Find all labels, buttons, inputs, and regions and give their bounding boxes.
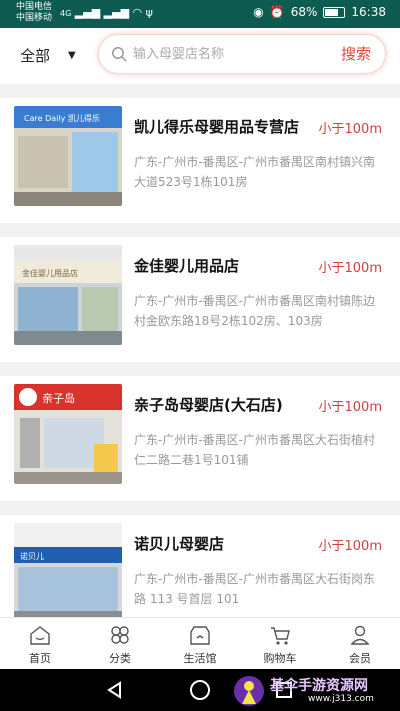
tab-label: 会员	[349, 652, 371, 665]
search-icon	[112, 47, 127, 62]
store-sign-text: 诺贝儿	[20, 551, 44, 561]
store-card[interactable]: 金佳婴儿用品店 金佳婴儿用品店 小于100m 广东-广州市-番禺区-广州市番禺区…	[0, 237, 400, 362]
watermark-figure-icon	[234, 676, 264, 706]
store-photo: 诺贝儿	[14, 523, 122, 623]
store-photo: Care Daily 凯儿得乐	[14, 106, 122, 206]
tab-home[interactable]: 首页	[0, 618, 80, 669]
store-distance: 小于100m	[318, 261, 382, 276]
carrier-info: 中国电信 中国移动	[16, 2, 52, 24]
store-sign-text: 亲子岛	[42, 391, 75, 405]
home-icon	[30, 626, 50, 645]
battery-percent: 68%	[290, 5, 318, 19]
signal-icon: 4G ▂▄▆ ▂▄▆ ◠ ψ	[60, 6, 153, 19]
store-address: 广东-广州市-番禺区-广州市番禺区南村镇兴南大道523号1栋101房	[134, 155, 375, 189]
tab-lifestyle[interactable]: 生活馆	[160, 618, 240, 669]
tab-category[interactable]: 分类	[80, 618, 160, 669]
store-address: 广东-广州市-番禺区-广州市番禺区大石街岗东路 113 号首层 101	[134, 572, 375, 606]
member-icon	[350, 625, 370, 645]
status-right: ◉ ⏰ 68% 16:38	[253, 5, 386, 19]
bottom-tab-bar: 首页 分类 生活馆 购物车 会员	[0, 617, 400, 669]
store-photo: 金佳婴儿用品店	[14, 245, 122, 345]
alarm-icon: ⏰	[269, 5, 285, 19]
cart-icon	[271, 627, 290, 645]
store-card[interactable]: Care Daily 凯儿得乐 凯儿得乐母婴用品专营店 小于100m 广东-广州…	[0, 98, 400, 223]
eye-icon: ◉	[253, 5, 264, 19]
store-card[interactable]: 亲子岛 亲子岛母婴店(大石店) 小于100m 广东-广州市-番禺区-广州市番禺区…	[0, 376, 400, 501]
store-list: Care Daily 凯儿得乐 凯儿得乐母婴用品专营店 小于100m 广东-广州…	[0, 98, 400, 654]
lifestyle-icon	[190, 626, 210, 645]
tab-label: 购物车	[263, 652, 297, 665]
store-sign-text: 金佳婴儿用品店	[22, 268, 78, 278]
store-distance: 小于100m	[318, 400, 382, 415]
tab-label: 首页	[29, 652, 51, 665]
store-distance: 小于100m	[318, 539, 382, 554]
caret-down-icon: ▼	[68, 50, 76, 61]
tab-label: 分类	[109, 652, 131, 665]
category-dropdown[interactable]: 全部 ▼	[20, 45, 76, 66]
watermark-logo: 基伞手游资源网 www.j313.com	[228, 674, 400, 708]
store-address: 广东-广州市-番禺区-广州市番禺区南村镇陈边村金欧东路18号2栋102房、103…	[134, 294, 375, 328]
store-name: 诺贝儿母婴店	[134, 535, 225, 553]
store-name: 凯儿得乐母婴用品专营店	[134, 118, 300, 136]
clock: 16:38	[351, 5, 386, 19]
watermark-text: 基伞手游资源网	[270, 678, 368, 694]
store-distance: 小于100m	[318, 122, 382, 137]
search-button[interactable]: 搜索	[341, 43, 371, 64]
store-name: 亲子岛母婴店(大石店)	[134, 396, 283, 414]
category-label: 全部	[20, 47, 51, 65]
watermark-url: www.j313.com	[308, 694, 374, 704]
top-bar: 全部 ▼ 搜索	[0, 28, 400, 84]
tab-member[interactable]: 会员	[320, 618, 400, 669]
store-address: 广东-广州市-番禺区-广州市番禺区大石街植村仁二路二巷1号101铺	[134, 433, 375, 467]
store-name: 金佳婴儿用品店	[134, 257, 240, 275]
tab-cart[interactable]: 购物车	[240, 618, 320, 669]
carrier-1: 中国电信	[16, 2, 53, 12]
battery-icon	[323, 6, 346, 18]
back-icon[interactable]	[106, 681, 124, 699]
search-box[interactable]: 搜索	[98, 34, 386, 74]
carrier-2: 中国移动	[16, 13, 53, 23]
store-sign-text: Care Daily 凯儿得乐	[24, 113, 100, 123]
search-input[interactable]	[133, 43, 323, 65]
category-icon	[111, 626, 129, 644]
status-bar: 中国电信 中国移动 4G ▂▄▆ ▂▄▆ ◠ ψ ◉ ⏰ 68% 16:38	[0, 0, 400, 28]
tab-label: 生活馆	[183, 652, 217, 665]
store-photo: 亲子岛	[14, 384, 122, 484]
home-button-icon[interactable]	[190, 680, 210, 700]
